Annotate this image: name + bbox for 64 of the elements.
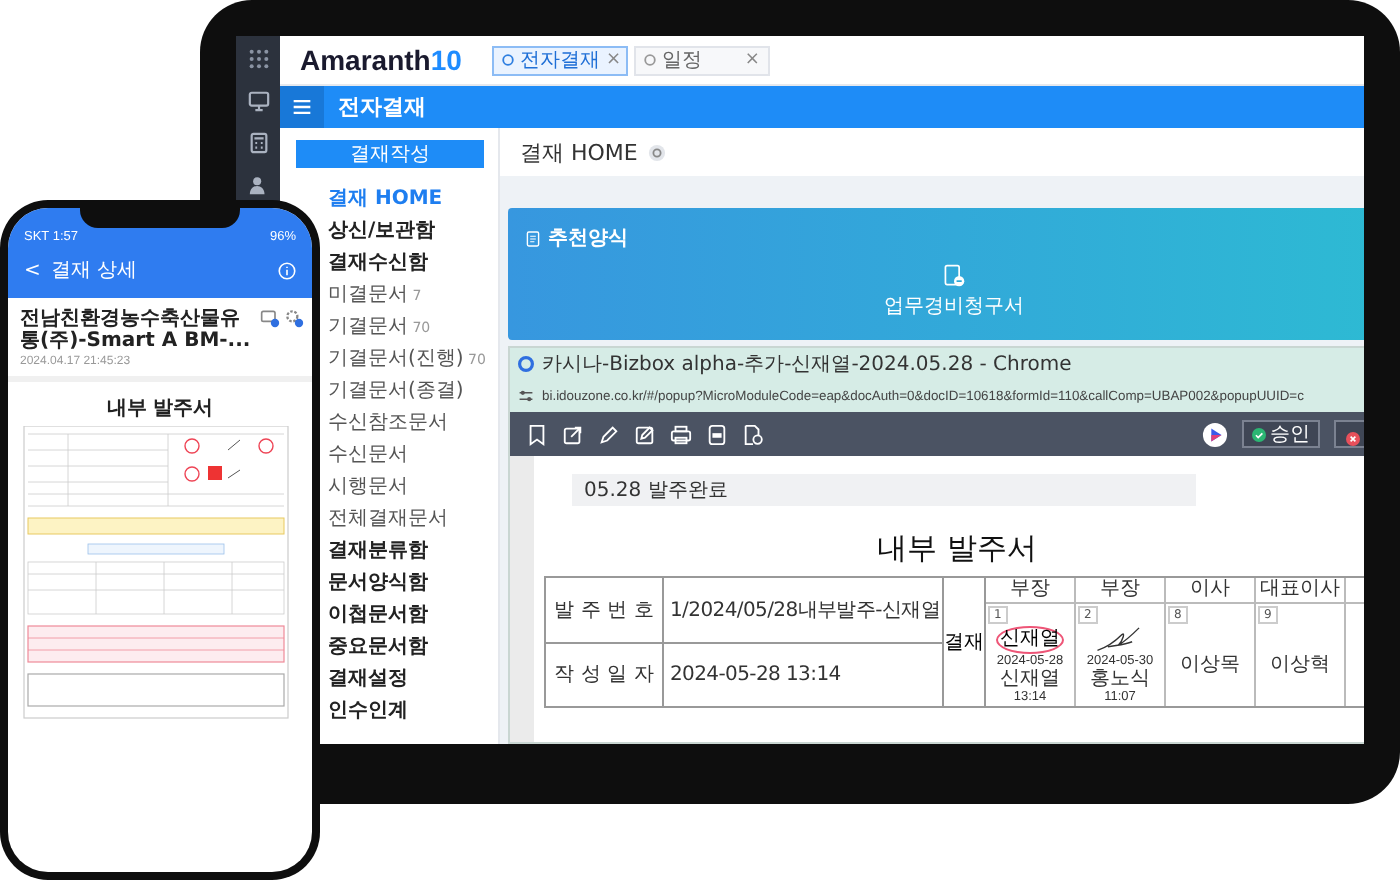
monitor-icon[interactable] <box>247 90 269 112</box>
table-cell: 대표이사 <box>1256 578 1344 604</box>
sidebar-item[interactable]: 이첩문서함 <box>328 600 428 632</box>
table-cell: 부장 <box>1076 578 1164 604</box>
sidebar-item[interactable]: 결재분류함 <box>328 536 428 568</box>
table-cell: 부장 <box>986 578 1074 604</box>
sidebar-item[interactable]: 기결문서(종결) <box>328 376 464 408</box>
table-cell: 결재 <box>943 577 985 707</box>
sidebar-item[interactable]: 인수인계 <box>328 696 408 728</box>
share-icon[interactable] <box>562 423 584 445</box>
table-cell: 작 성 일 자 <box>545 642 663 707</box>
gear-icon[interactable] <box>284 308 304 328</box>
approver-name: 이상혁 <box>1270 654 1330 676</box>
calculator-icon[interactable] <box>247 132 269 154</box>
sidebar-item[interactable]: 결재수신함 <box>328 248 428 280</box>
page-title: 결재 HOME <box>520 137 638 167</box>
comment-icon[interactable] <box>260 308 280 328</box>
tab[interactable]: 일정 × <box>633 45 770 75</box>
menu-icon[interactable] <box>280 86 324 128</box>
approver-name: 이상목 <box>1180 654 1240 676</box>
circle-icon[interactable] <box>647 143 666 161</box>
approve-button[interactable]: 승인 <box>1242 420 1320 448</box>
sidebar-item[interactable]: 결재 HOME <box>328 184 443 216</box>
sidebar-item[interactable]: 전체결재문서 <box>328 504 448 536</box>
sidebar-item[interactable]: 문서양식함 <box>328 568 428 600</box>
browser-icon <box>518 356 534 372</box>
play-icon[interactable] <box>1202 421 1228 447</box>
module-title: 전자결재 <box>338 92 426 122</box>
settings-icon[interactable] <box>518 388 534 404</box>
grid-icon[interactable] <box>247 48 269 70</box>
window-title: 카시나-Bizbox alpha-추가-신재열-2024.05.28 - Chrome <box>542 352 1072 378</box>
table-cell: 발 주 번 호 <box>545 577 663 642</box>
comment-bubble: 05.28 발주완료 <box>572 474 1196 506</box>
sidebar-item[interactable]: 수신참조문서 <box>328 408 448 440</box>
sidebar-item[interactable]: 중요문서함 <box>328 632 428 664</box>
approver-name: 신재열 <box>1000 668 1060 690</box>
print-icon[interactable] <box>670 423 692 445</box>
sidebar-item[interactable]: 상신/보관함 <box>328 216 436 248</box>
reject-button[interactable] <box>1334 420 1364 448</box>
tab-label: 전자결재 <box>519 48 600 74</box>
check-icon <box>1252 427 1266 441</box>
app-logo: Amaranth10 <box>300 44 462 76</box>
screen-title: 결재 상세 <box>50 258 140 284</box>
person-icon[interactable] <box>247 174 269 196</box>
table-cell: 1/2024/05/28내부발주-신재열 <box>663 577 943 642</box>
approver-name: 홍노식 <box>1090 668 1150 690</box>
info-icon[interactable] <box>278 261 296 279</box>
document-heading: 내부 발주서 <box>104 396 216 422</box>
sidebar-item[interactable]: 결재설정 <box>328 664 408 696</box>
card-title: 추천양식 <box>548 226 628 252</box>
approval-stamp: 신재열 <box>996 626 1064 654</box>
back-button[interactable]: < <box>24 259 41 281</box>
sidebar-item[interactable]: 수신문서 <box>328 440 408 472</box>
tab-label: 일정 <box>661 48 704 74</box>
document-clock-icon[interactable] <box>742 423 764 445</box>
document-title: 내부 발주서 <box>875 530 1039 568</box>
sidebar-item[interactable]: 시행문서 <box>328 472 408 504</box>
table-cell: 이사 <box>1166 578 1254 604</box>
pen-icon[interactable] <box>598 423 620 445</box>
tab[interactable]: 전자결재 × <box>491 45 628 75</box>
document-title: 전남친환경농수축산물유통(주)-Smart A BM-... <box>20 308 253 352</box>
edit-icon[interactable] <box>634 423 656 445</box>
bookmark-icon[interactable] <box>526 423 548 445</box>
close-icon <box>1345 432 1359 446</box>
